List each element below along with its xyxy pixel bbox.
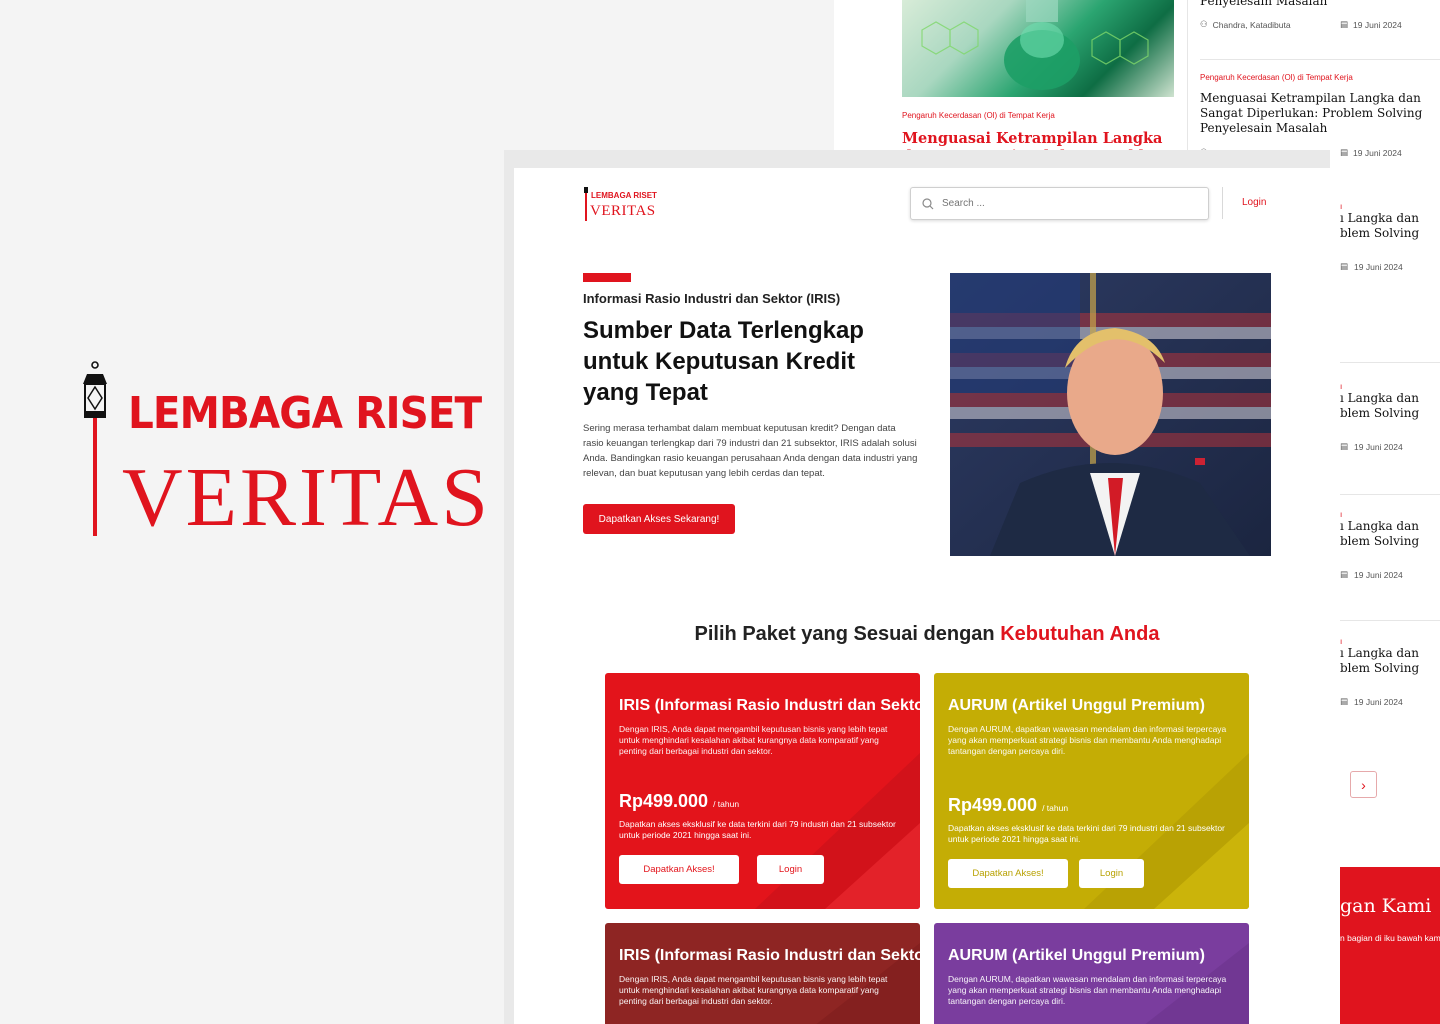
calendar-icon: ▤	[1340, 441, 1349, 451]
package-card-iris: IRIS (Informasi Rasio Industri dan Sekto…	[605, 673, 920, 909]
calendar-icon: ▤	[1340, 261, 1349, 271]
list-item[interactable]: ı ı Langka dan blem Solving ▤ 19 Juni 202…	[1340, 637, 1440, 707]
search-bar[interactable]	[910, 187, 1209, 220]
calendar-icon: ▤	[1340, 19, 1349, 29]
list-item[interactable]: ı ı Langka dan blem Solving ▤ 19 Juni 202…	[1340, 382, 1440, 452]
divider	[1200, 59, 1440, 60]
search-input[interactable]	[942, 198, 1182, 209]
article-date: ▤ 19 Juni 2024	[1340, 147, 1402, 158]
package-card-aurum-alt: AURUM (Artikel Unggul Premium) Dengan AU…	[934, 923, 1249, 1024]
card-title: AURUM (Artikel Unggul Premium)	[948, 697, 1205, 714]
contact-subtext: n bagian di iku bawah kami.	[1340, 933, 1440, 943]
article-date: ▤ 19 Juni 2024	[1340, 19, 1402, 30]
get-access-button[interactable]: Dapatkan Akses!	[619, 855, 739, 884]
accent-bar	[583, 273, 631, 282]
article-author: ⚇ Chandra, Katadibuta	[1200, 19, 1291, 30]
landing-page: LEMBAGA RISET VERITAS Login Informasi Ra…	[514, 168, 1340, 1024]
card-note: Dapatkan akses eksklusif ke data terkini…	[948, 823, 1225, 844]
card-login-button[interactable]: Login	[757, 855, 824, 884]
chevron-right-icon: ›	[1361, 776, 1366, 793]
calendar-icon: ▤	[1340, 696, 1349, 706]
header-divider	[1222, 187, 1223, 219]
user-icon: ⚇	[1200, 19, 1208, 29]
package-card-aurum: AURUM (Artikel Unggul Premium) Dengan AU…	[934, 673, 1249, 909]
card-title: IRIS (Informasi Rasio Industri dan Sekto…	[619, 947, 920, 964]
article-category[interactable]: Pengaruh Kecerdasan (Ol) di Tempat Kerja	[902, 111, 1055, 120]
next-page-button[interactable]: ›	[1350, 771, 1377, 798]
calendar-icon: ▤	[1340, 147, 1349, 157]
brand-name-line1: LEMBAGA RISET	[128, 388, 482, 439]
card-price: Rp499.000 / tahun	[948, 795, 1069, 815]
list-item[interactable]: ı ı Langka dan blem Solving ▤ 19 Juni 202…	[1340, 510, 1440, 580]
contact-heading: gan Kami	[1340, 895, 1432, 917]
lantern-icon	[83, 361, 107, 536]
packages-heading: Pilih Paket yang Sesuai dengan Kebutuhan…	[694, 623, 1160, 645]
card-description: Dengan IRIS, Anda dapat mengambil keputu…	[619, 724, 888, 756]
package-card-iris-alt: IRIS (Informasi Rasio Industri dan Sekto…	[605, 923, 920, 1024]
article-category[interactable]: Pengaruh Kecerdasan (Ol) di Tempat Kerja	[1200, 73, 1353, 82]
card-title: AURUM (Artikel Unggul Premium)	[948, 947, 1205, 964]
hero-cta-button[interactable]: Dapatkan Akses Sekarang!	[583, 504, 735, 534]
card-login-button[interactable]: Login	[1079, 859, 1144, 888]
card-note: Dapatkan akses eksklusif ke data terkini…	[619, 819, 896, 840]
list-item[interactable]: ı ı Langka dan blem Solving ▤ 19 Juni 202…	[1340, 202, 1440, 272]
lantern-icon	[584, 187, 588, 221]
divider	[1340, 494, 1440, 495]
card-price: Rp499.000 / tahun	[619, 791, 740, 811]
card-description: Dengan IRIS, Anda dapat mengambil keputu…	[619, 974, 888, 1006]
logo-line2: VERITAS	[590, 203, 656, 219]
get-access-button[interactable]: Dapatkan Akses!	[948, 859, 1068, 888]
list-item-title[interactable]: Menguasai Ketrampilan Langka dan Sangat …	[1200, 91, 1428, 136]
divider	[1340, 620, 1440, 621]
hero-image	[950, 273, 1271, 556]
logo-line1: LEMBAGA RISET	[591, 191, 657, 200]
hero-title: Sumber Data Terlengkap untuk Keputusan K…	[583, 317, 864, 406]
list-item-title[interactable]: Penyelesain Masalah	[1200, 0, 1430, 9]
login-link[interactable]: Login	[1242, 197, 1266, 208]
divider	[1340, 362, 1440, 363]
contact-banner: gan Kami n bagian di iku bawah kami.	[1340, 867, 1440, 1024]
hero-kicker: Informasi Rasio Industri dan Sektor (IRI…	[583, 291, 841, 306]
card-title: IRIS (Informasi Rasio Industri dan Sekto…	[619, 697, 920, 714]
card-description: Dengan AURUM, dapatkan wawasan mendalam …	[948, 974, 1227, 1006]
brand-name-line2: VERITAS	[122, 451, 491, 544]
column-divider	[1187, 0, 1188, 166]
search-icon	[922, 197, 934, 209]
header-logo[interactable]: LEMBAGA RISET VERITAS	[582, 186, 672, 222]
hero-description: Sering merasa terhambat dalam membuat ke…	[583, 423, 918, 479]
brand-logo-large: LEMBAGA RISET VERITAS	[78, 360, 488, 540]
article-thumbnail[interactable]	[902, 0, 1174, 97]
calendar-icon: ▤	[1340, 569, 1349, 579]
card-description: Dengan AURUM, dapatkan wawasan mendalam …	[948, 724, 1227, 756]
